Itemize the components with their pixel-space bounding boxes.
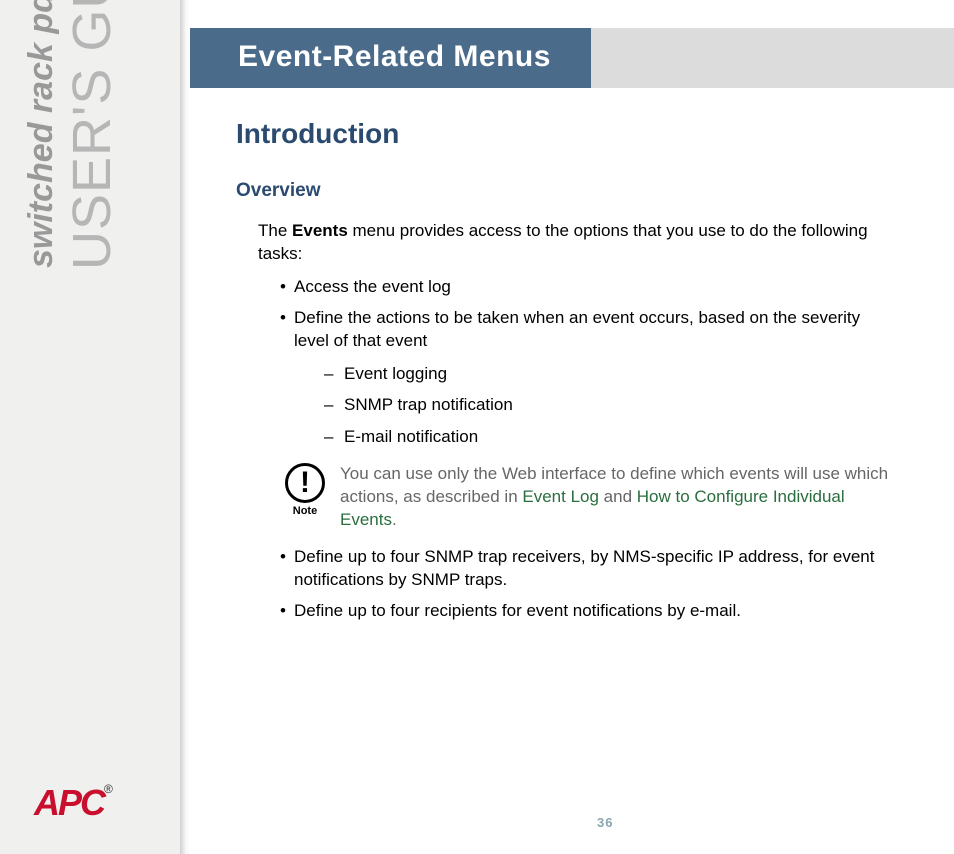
note-text: You can use only the Web interface to de… <box>340 463 896 532</box>
title-bar-fill <box>591 28 954 88</box>
note-label: Note <box>280 505 330 517</box>
exclamation-icon: ! <box>285 463 325 503</box>
list-item: E-mail notification <box>324 424 896 450</box>
dash-list: Event logging SNMP trap notification E-m… <box>324 361 896 450</box>
subsection-heading: Overview <box>236 180 896 202</box>
bullet-list-a: Access the event log Define the actions … <box>280 276 896 449</box>
list-item: SNMP trap notification <box>324 392 896 418</box>
list-item: Define up to four recipients for event n… <box>280 600 896 623</box>
list-item: Access the event log <box>280 276 896 299</box>
intro-text-post: menu provides access to the options that… <box>258 221 868 263</box>
logo-text: APC <box>34 782 104 823</box>
link-event-log[interactable]: Event Log <box>522 487 599 506</box>
list-item: Event logging <box>324 361 896 387</box>
sidebar-subtitle: switched rack pdu <box>22 0 61 268</box>
bullet-list-b: Define up to four SNMP trap receivers, b… <box>280 546 896 623</box>
intro-text-pre: The <box>258 221 292 240</box>
list-item: Define up to four SNMP trap receivers, b… <box>280 546 896 592</box>
list-item-text: Define the actions to be taken when an e… <box>294 308 860 350</box>
page-number: 36 <box>597 815 613 830</box>
section-heading: Introduction <box>236 118 896 150</box>
registered-mark: ® <box>104 782 113 796</box>
intro-paragraph: The Events menu provides access to the o… <box>258 220 896 266</box>
page-title: Event-Related Menus <box>190 28 591 88</box>
title-bar: Event-Related Menus <box>190 28 954 88</box>
main-content: Introduction Overview The Events menu pr… <box>236 118 896 631</box>
intro-text-bold: Events <box>292 221 348 240</box>
brand-logo: APC® <box>34 782 113 824</box>
note-icon: ! Note <box>280 463 330 517</box>
page-spine <box>180 0 190 854</box>
note-text-mid: and <box>599 487 637 506</box>
list-item: Define the actions to be taken when an e… <box>280 307 896 449</box>
note-callout: ! Note You can use only the Web interfac… <box>280 463 896 532</box>
vertical-title-block: switched rack pdu USER'S GUIDE <box>30 0 123 270</box>
note-text-post: . <box>392 510 397 529</box>
sidebar: switched rack pdu USER'S GUIDE APC® <box>0 0 180 854</box>
sidebar-title: USER'S GUIDE <box>61 0 123 270</box>
